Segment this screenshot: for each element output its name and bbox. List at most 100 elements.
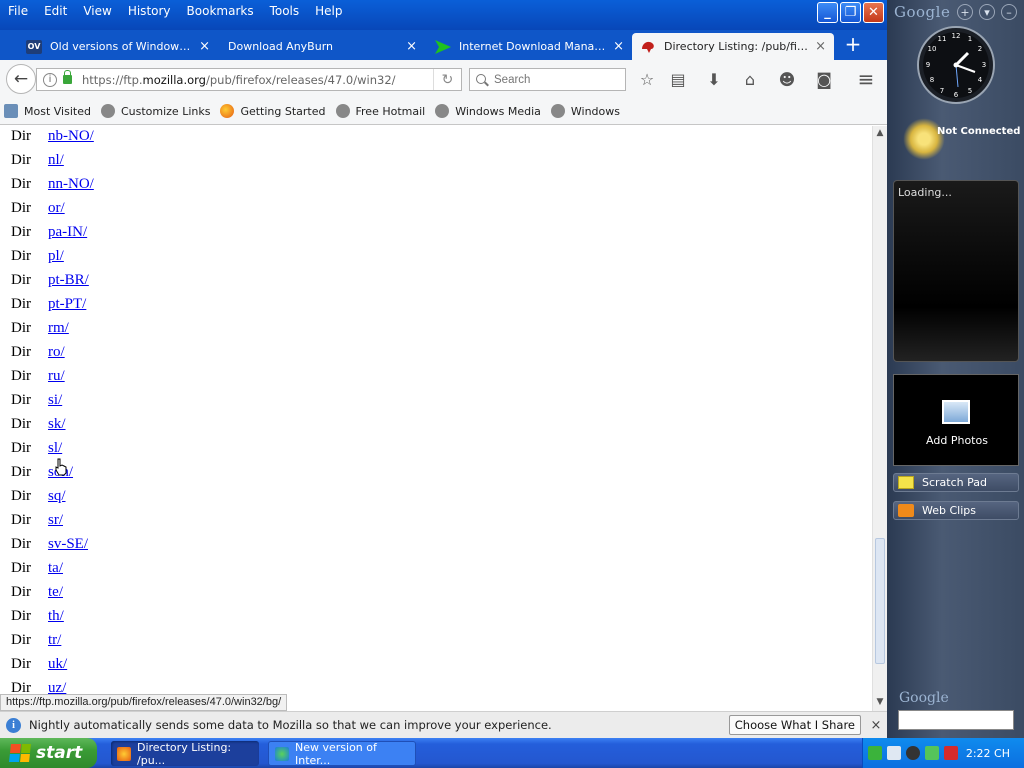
menu-view[interactable]: View [75, 0, 119, 22]
tab-title: Directory Listing: /pub/firefo... [664, 40, 809, 53]
hello-icon[interactable]: ☻ [775, 68, 799, 90]
tab-old-versions[interactable]: OV Old versions of Windows, M... × [18, 33, 218, 60]
google-desktop-sidebar: Google + ▾ – 12 1 2 3 45 6 78 9 10 11 Not Conn… [887, 0, 1024, 738]
bookmark-most-visited[interactable]: Most Visited [4, 104, 91, 118]
listing-row: Dir pt-BR/ [0, 270, 400, 294]
directory-link[interactable]: sr/ [48, 512, 63, 529]
directory-link[interactable]: si/ [48, 392, 62, 409]
back-button[interactable]: ← [6, 64, 36, 94]
menu-history[interactable]: History [120, 0, 179, 22]
scroll-thumb[interactable] [875, 538, 885, 664]
directory-link[interactable]: pa-IN/ [48, 224, 87, 241]
bookmark-windows-media[interactable]: Windows Media [435, 104, 541, 118]
idm-tray-icon[interactable] [925, 746, 939, 760]
antivirus-icon[interactable] [944, 746, 958, 760]
reload-icon[interactable]: ↻ [433, 69, 461, 90]
directory-link[interactable]: th/ [48, 608, 64, 625]
tab-close-icon[interactable]: × [406, 39, 417, 54]
tab-close-icon[interactable]: × [199, 39, 210, 54]
directory-link[interactable]: uk/ [48, 656, 67, 673]
tab-title: Internet Download Manager... [459, 40, 608, 53]
directory-link[interactable]: pt-BR/ [48, 272, 89, 289]
directory-link[interactable]: ru/ [48, 368, 65, 385]
directory-link[interactable]: nn-NO/ [48, 176, 94, 193]
entry-type: Dir [11, 632, 31, 648]
directory-link[interactable]: tr/ [48, 632, 61, 649]
firefox-icon [117, 746, 131, 761]
menu-tools[interactable]: Tools [262, 0, 308, 22]
entry-type: Dir [11, 224, 31, 240]
minimize-button[interactable]: _ [817, 2, 838, 23]
download-icon[interactable]: ⬇ [702, 68, 726, 90]
tab-anyburn[interactable]: Download AnyBurn × [220, 33, 425, 60]
tab-idm[interactable]: Internet Download Manager... × [427, 33, 632, 60]
restore-button[interactable]: ❐ [840, 2, 861, 23]
scroll-down-icon[interactable]: ▼ [873, 695, 887, 709]
star-icon[interactable]: ☆ [635, 68, 659, 90]
scratch-pad-gadget[interactable]: Scratch Pad [893, 473, 1019, 492]
entry-type: Dir [11, 296, 31, 312]
directory-link[interactable]: sl/ [48, 440, 62, 457]
home-icon[interactable]: ⌂ [738, 68, 762, 90]
tab-close-icon[interactable]: × [613, 39, 624, 54]
sidebar-minimize-icon[interactable]: – [1001, 4, 1017, 20]
tab-close-icon[interactable]: × [815, 39, 826, 54]
address-bar[interactable]: i https://ftp.mozilla.org/pub/firefox/re… [36, 68, 462, 91]
directory-link[interactable]: nb-NO/ [48, 128, 94, 145]
directory-link[interactable]: ta/ [48, 560, 63, 577]
directory-link[interactable]: ro/ [48, 344, 65, 361]
directory-link[interactable]: pt-PT/ [48, 296, 86, 313]
add-photos-label[interactable]: Add Photos [894, 434, 1020, 447]
google-search-input[interactable] [898, 710, 1014, 730]
add-gadget-icon[interactable]: + [957, 4, 973, 20]
web-clips-gadget[interactable]: Web Clips [893, 501, 1019, 520]
menu-edit[interactable]: Edit [36, 0, 75, 22]
sidebar-menu-icon[interactable]: ▾ [979, 4, 995, 20]
close-window-button[interactable]: ✕ [863, 2, 884, 23]
directory-link[interactable]: te/ [48, 584, 63, 601]
directory-link[interactable]: sk/ [48, 416, 66, 433]
taskbar-directory-listing[interactable]: Directory Listing: /pu... [111, 741, 259, 767]
menu-file[interactable]: File [0, 0, 36, 22]
bookmark-windows[interactable]: Windows [550, 104, 620, 118]
menu-icon[interactable]: ≡ [854, 67, 878, 91]
listing-row: Dir th/ [0, 606, 400, 630]
most-visited-icon [4, 104, 18, 118]
media-icon[interactable] [906, 746, 920, 760]
taskbar-new-version[interactable]: New version of Inter... [268, 741, 416, 767]
start-button[interactable]: start [0, 738, 97, 768]
directory-link[interactable]: pl/ [48, 248, 64, 265]
scroll-up-icon[interactable]: ▲ [873, 126, 887, 140]
bookmark-free-hotmail[interactable]: Free Hotmail [335, 104, 425, 118]
listing-row: Dir pl/ [0, 246, 400, 270]
directory-link[interactable]: or/ [48, 200, 65, 217]
entry-type: Dir [11, 464, 31, 480]
search-bar[interactable] [469, 68, 626, 91]
search-input[interactable] [494, 73, 614, 86]
new-tab-button[interactable]: + [842, 34, 864, 54]
directory-link[interactable]: sv-SE/ [48, 536, 88, 553]
menu-help[interactable]: Help [307, 0, 350, 22]
entry-type: Dir [11, 248, 31, 264]
pocket-icon[interactable]: ◙ [812, 68, 836, 90]
reader-list-icon[interactable]: ▤ [666, 68, 690, 90]
photos-gadget[interactable]: Add Photos [893, 374, 1019, 466]
search-icon [476, 73, 488, 86]
directory-link[interactable]: rm/ [48, 320, 69, 337]
directory-link[interactable]: nl/ [48, 152, 64, 169]
display-icon[interactable] [887, 746, 901, 760]
entry-type: Dir [11, 536, 31, 552]
tab-directory-listing[interactable]: Directory Listing: /pub/firefo... × [632, 33, 834, 60]
network-icon[interactable] [868, 746, 882, 760]
menu-bookmarks[interactable]: Bookmarks [179, 0, 262, 22]
url-text[interactable]: https://ftp.mozilla.org/pub/firefox/rele… [82, 73, 433, 87]
bookmark-getting-started[interactable]: Getting Started [220, 104, 326, 118]
directory-link[interactable]: sq/ [48, 488, 66, 505]
vertical-scrollbar[interactable]: ▲ ▼ [872, 126, 887, 711]
google-search-logo: Google [899, 690, 949, 706]
site-info-icon[interactable]: i [43, 72, 57, 87]
bookmark-customize-links[interactable]: Customize Links [100, 104, 210, 118]
choose-what-i-share-button[interactable]: Choose What I Share [728, 715, 861, 735]
directory-link[interactable]: uz/ [48, 680, 66, 694]
notification-close-icon[interactable]: × [865, 718, 887, 733]
